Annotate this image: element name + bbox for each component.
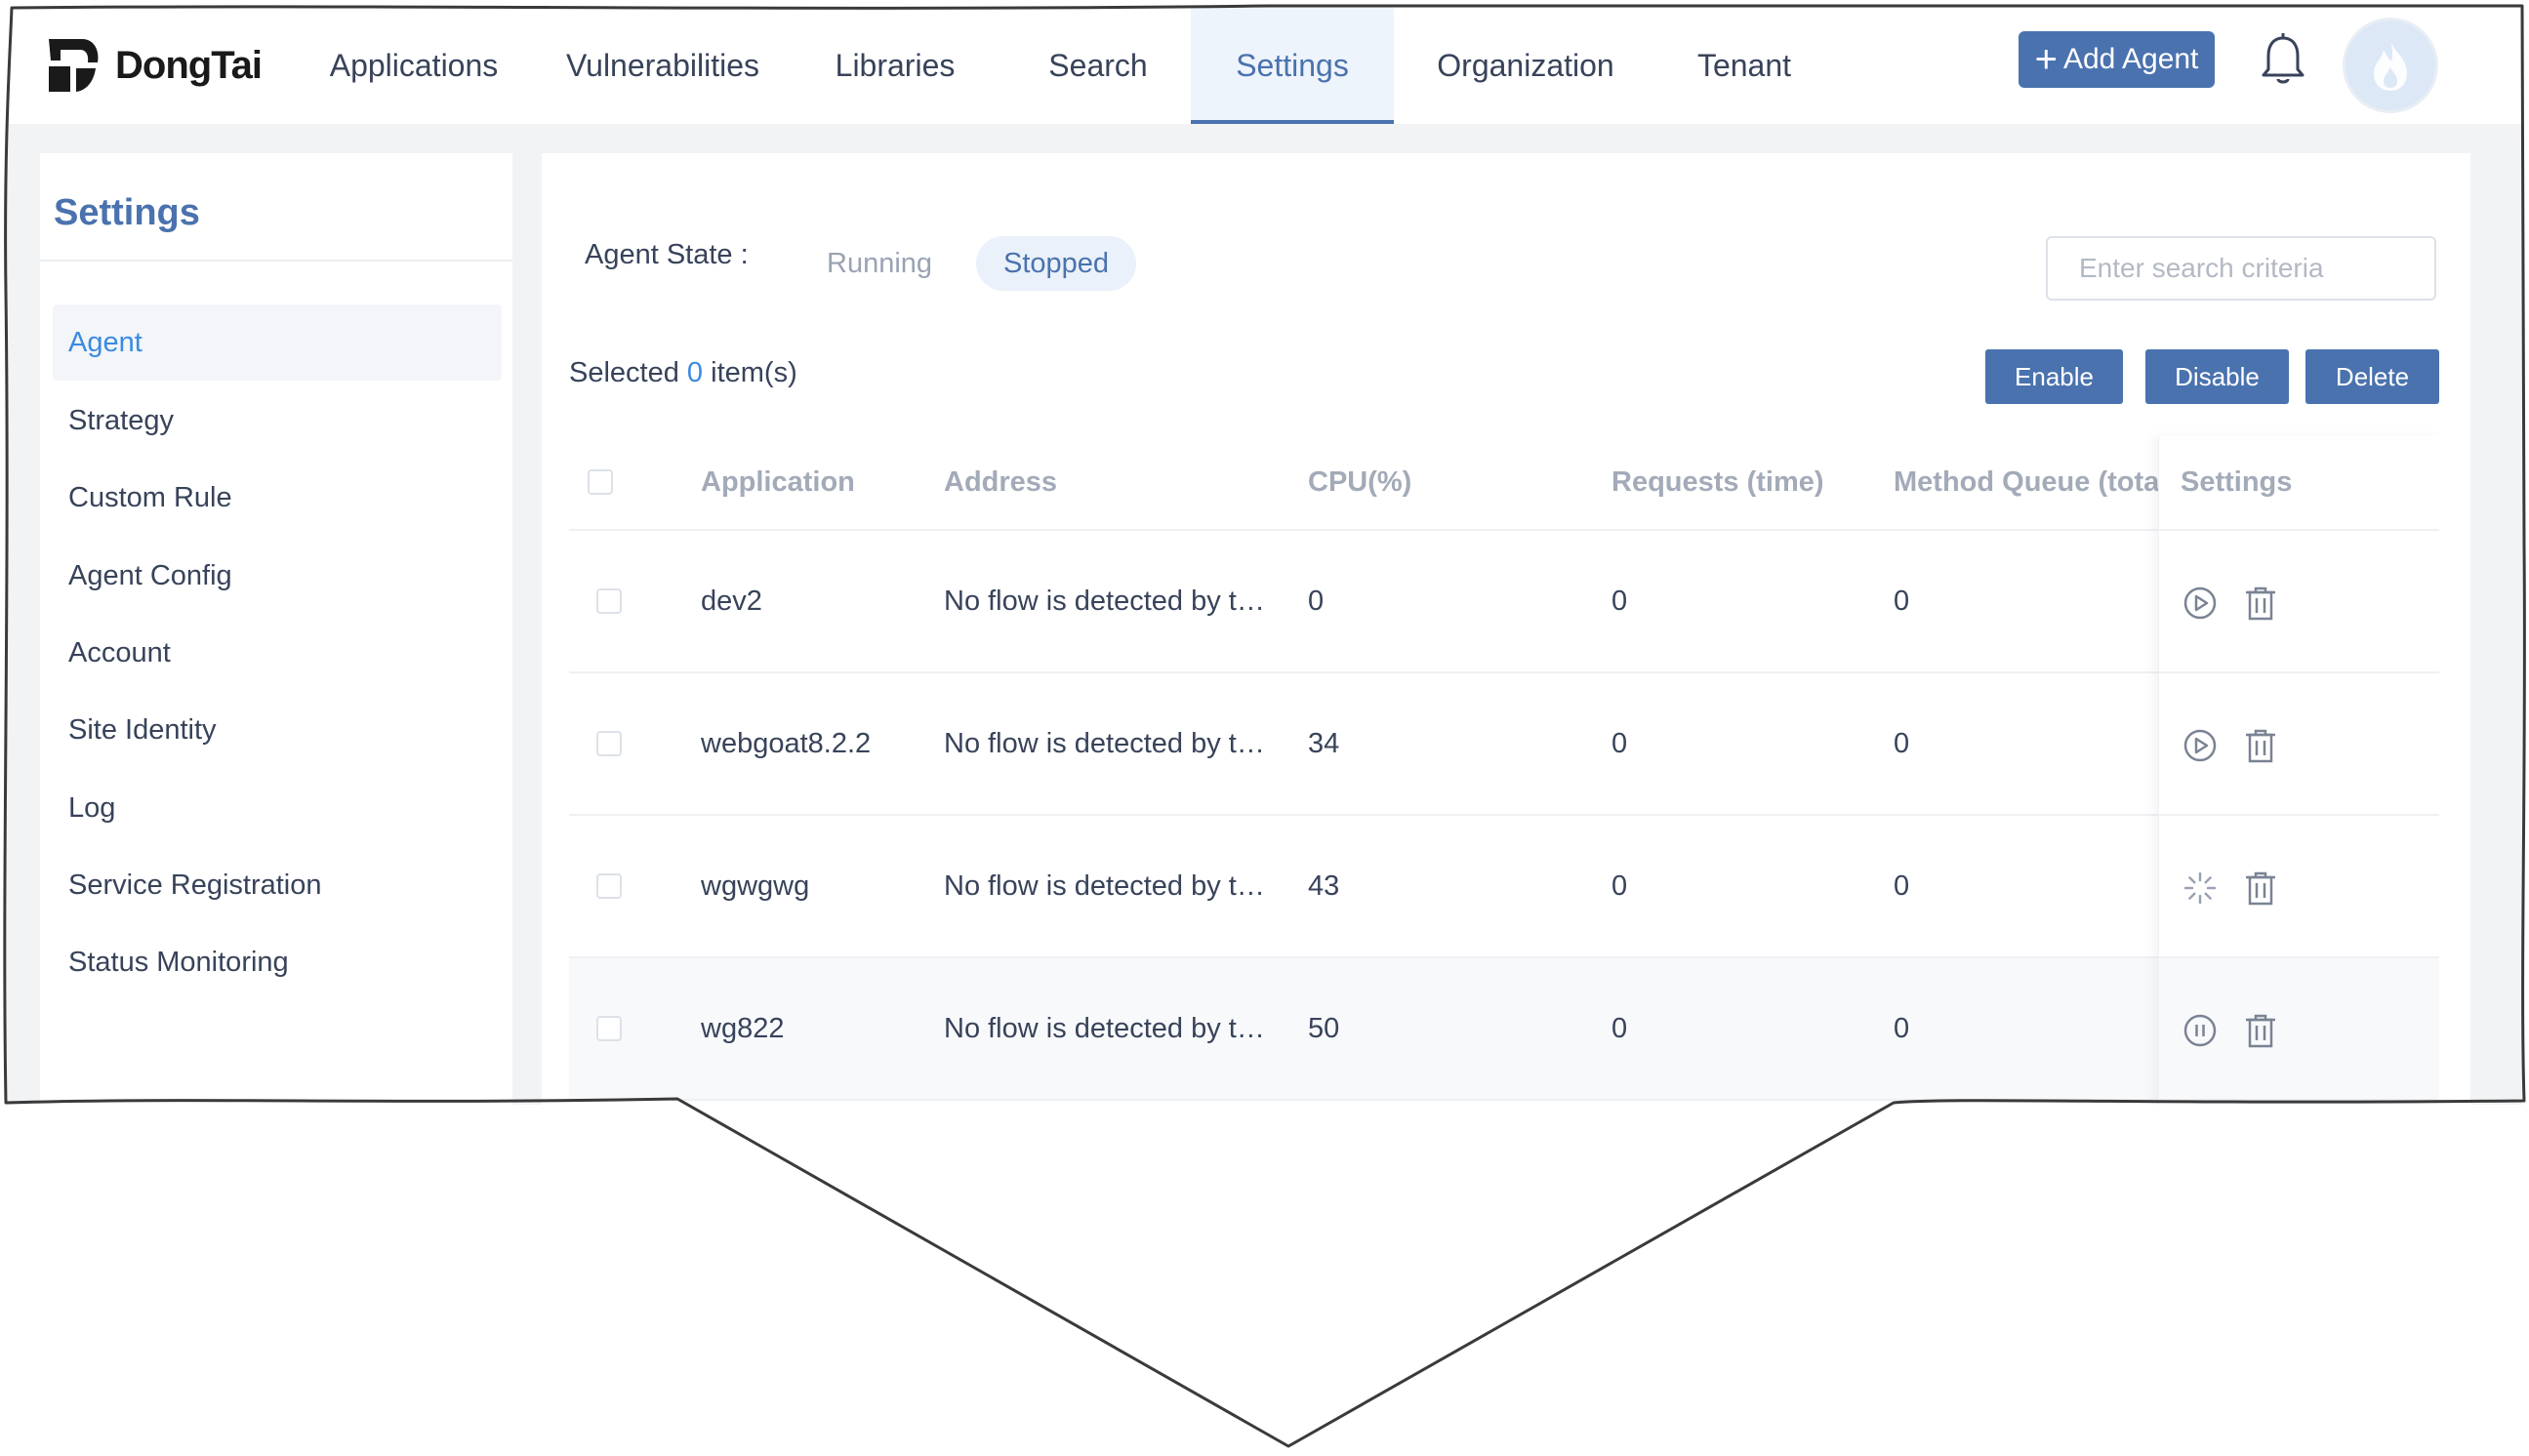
selection-count: 0 bbox=[686, 357, 704, 388]
sidebar-item-account[interactable]: Account bbox=[53, 615, 502, 691]
nav-tenant[interactable]: Tenant bbox=[1666, 7, 1822, 124]
pause-icon[interactable] bbox=[2181, 1011, 2220, 1050]
app-window: DongTai Applications Vulnerabilities Lib… bbox=[7, 7, 2522, 1105]
filter-running[interactable]: Running bbox=[799, 236, 959, 291]
settings-column: Settings bbox=[2158, 436, 2442, 1105]
brand-name: DongTai bbox=[115, 43, 263, 87]
sidebar-item-site-identity[interactable]: Site Identity bbox=[53, 692, 502, 768]
cell-address: No flow is detected by t… bbox=[944, 870, 1265, 902]
cell-application: wgwgwg bbox=[701, 870, 810, 902]
bell-icon[interactable] bbox=[2254, 30, 2312, 89]
cell-address: No flow is detected by t… bbox=[944, 728, 1265, 759]
column-method-queue: Method Queue (tota bbox=[1894, 466, 2158, 498]
user-avatar[interactable] bbox=[2343, 18, 2438, 113]
nav-search[interactable]: Search bbox=[1010, 7, 1186, 124]
enable-button[interactable]: Enable bbox=[1985, 349, 2123, 404]
row-checkbox[interactable] bbox=[596, 1016, 622, 1041]
cell-method-queue: 0 bbox=[1894, 870, 1910, 902]
search-input[interactable]: Enter search criteria bbox=[2046, 236, 2436, 301]
trash-icon[interactable] bbox=[2241, 869, 2280, 908]
selection-prefix: Selected bbox=[569, 357, 679, 388]
column-cpu: CPU(%) bbox=[1308, 466, 1412, 498]
cell-cpu: 0 bbox=[1308, 586, 1325, 617]
play-icon[interactable] bbox=[2181, 584, 2220, 623]
row-checkbox[interactable] bbox=[596, 731, 622, 756]
add-agent-button[interactable]: + Add Agent bbox=[2019, 31, 2215, 88]
row-checkbox[interactable] bbox=[596, 588, 622, 614]
delete-button[interactable]: Delete bbox=[2305, 349, 2439, 404]
nav-libraries[interactable]: Libraries bbox=[807, 7, 983, 124]
cell-method-queue: 0 bbox=[1894, 1013, 1910, 1044]
cell-application: wg822 bbox=[701, 1013, 785, 1044]
plus-icon: + bbox=[2034, 38, 2058, 81]
trash-icon[interactable] bbox=[2241, 1011, 2280, 1050]
nav-vulnerabilities[interactable]: Vulnerabilities bbox=[546, 7, 780, 124]
trash-icon[interactable] bbox=[2241, 726, 2280, 765]
disable-button[interactable]: Disable bbox=[2145, 349, 2289, 404]
nav-organization[interactable]: Organization bbox=[1408, 7, 1643, 124]
play-icon[interactable] bbox=[2181, 726, 2220, 765]
select-all-checkbox[interactable] bbox=[588, 469, 613, 495]
trash-icon[interactable] bbox=[2241, 584, 2280, 623]
agent-state-label: Agent State : bbox=[585, 239, 749, 270]
cell-method-queue: 0 bbox=[1894, 728, 1910, 759]
nav-settings[interactable]: Settings bbox=[1191, 7, 1394, 124]
cell-cpu: 50 bbox=[1308, 1013, 1340, 1044]
column-address: Address bbox=[944, 466, 1058, 498]
sidebar-divider bbox=[40, 260, 512, 262]
loading-spinner-icon bbox=[2183, 871, 2217, 905]
cell-address: No flow is detected by t… bbox=[944, 586, 1265, 617]
sidebar-item-custom-rule[interactable]: Custom Rule bbox=[53, 460, 502, 536]
cell-requests: 0 bbox=[1611, 586, 1628, 617]
agent-table: Application Address CPU(%) Requests (tim… bbox=[569, 436, 2439, 1105]
cell-application: webgoat8.2.2 bbox=[701, 728, 872, 759]
cell-cpu: 34 bbox=[1308, 728, 1340, 759]
agent-panel: Agent State : Running Stopped Enter sear… bbox=[542, 153, 2470, 1105]
sidebar-item-agent[interactable]: Agent bbox=[53, 304, 502, 381]
nav-applications[interactable]: Applications bbox=[306, 7, 522, 124]
dongtai-logo-icon bbox=[49, 39, 99, 92]
cell-method-queue: 0 bbox=[1894, 586, 1910, 617]
selection-suffix: item(s) bbox=[711, 357, 797, 388]
cell-cpu: 43 bbox=[1308, 870, 1340, 902]
top-navbar: DongTai Applications Vulnerabilities Lib… bbox=[7, 7, 2522, 124]
sidebar-item-log[interactable]: Log bbox=[53, 770, 502, 846]
settings-sidebar: Settings Agent Strategy Custom Rule Agen… bbox=[40, 153, 512, 1105]
brand-logo[interactable]: DongTai bbox=[43, 28, 263, 102]
sidebar-item-strategy[interactable]: Strategy bbox=[53, 383, 502, 459]
cell-requests: 0 bbox=[1611, 728, 1628, 759]
column-requests: Requests (time) bbox=[1611, 466, 1824, 498]
sidebar-item-agent-config[interactable]: Agent Config bbox=[53, 538, 502, 614]
flame-avatar-icon bbox=[2374, 40, 2407, 91]
column-application: Application bbox=[701, 466, 855, 498]
cell-address: No flow is detected by t… bbox=[944, 1013, 1265, 1044]
row-checkbox[interactable] bbox=[596, 873, 622, 899]
add-agent-label: Add Agent bbox=[2062, 43, 2199, 75]
sidebar-title: Settings bbox=[54, 192, 200, 233]
cell-application: dev2 bbox=[701, 586, 762, 617]
sidebar-item-status-monitoring[interactable]: Status Monitoring bbox=[53, 924, 502, 1000]
cell-requests: 0 bbox=[1611, 1013, 1628, 1044]
filter-stopped[interactable]: Stopped bbox=[976, 236, 1137, 291]
cell-requests: 0 bbox=[1611, 870, 1628, 902]
selection-summary: Selected 0 item(s) bbox=[569, 357, 797, 389]
column-settings: Settings bbox=[2181, 436, 2293, 529]
sidebar-item-service-registration[interactable]: Service Registration bbox=[53, 847, 502, 923]
